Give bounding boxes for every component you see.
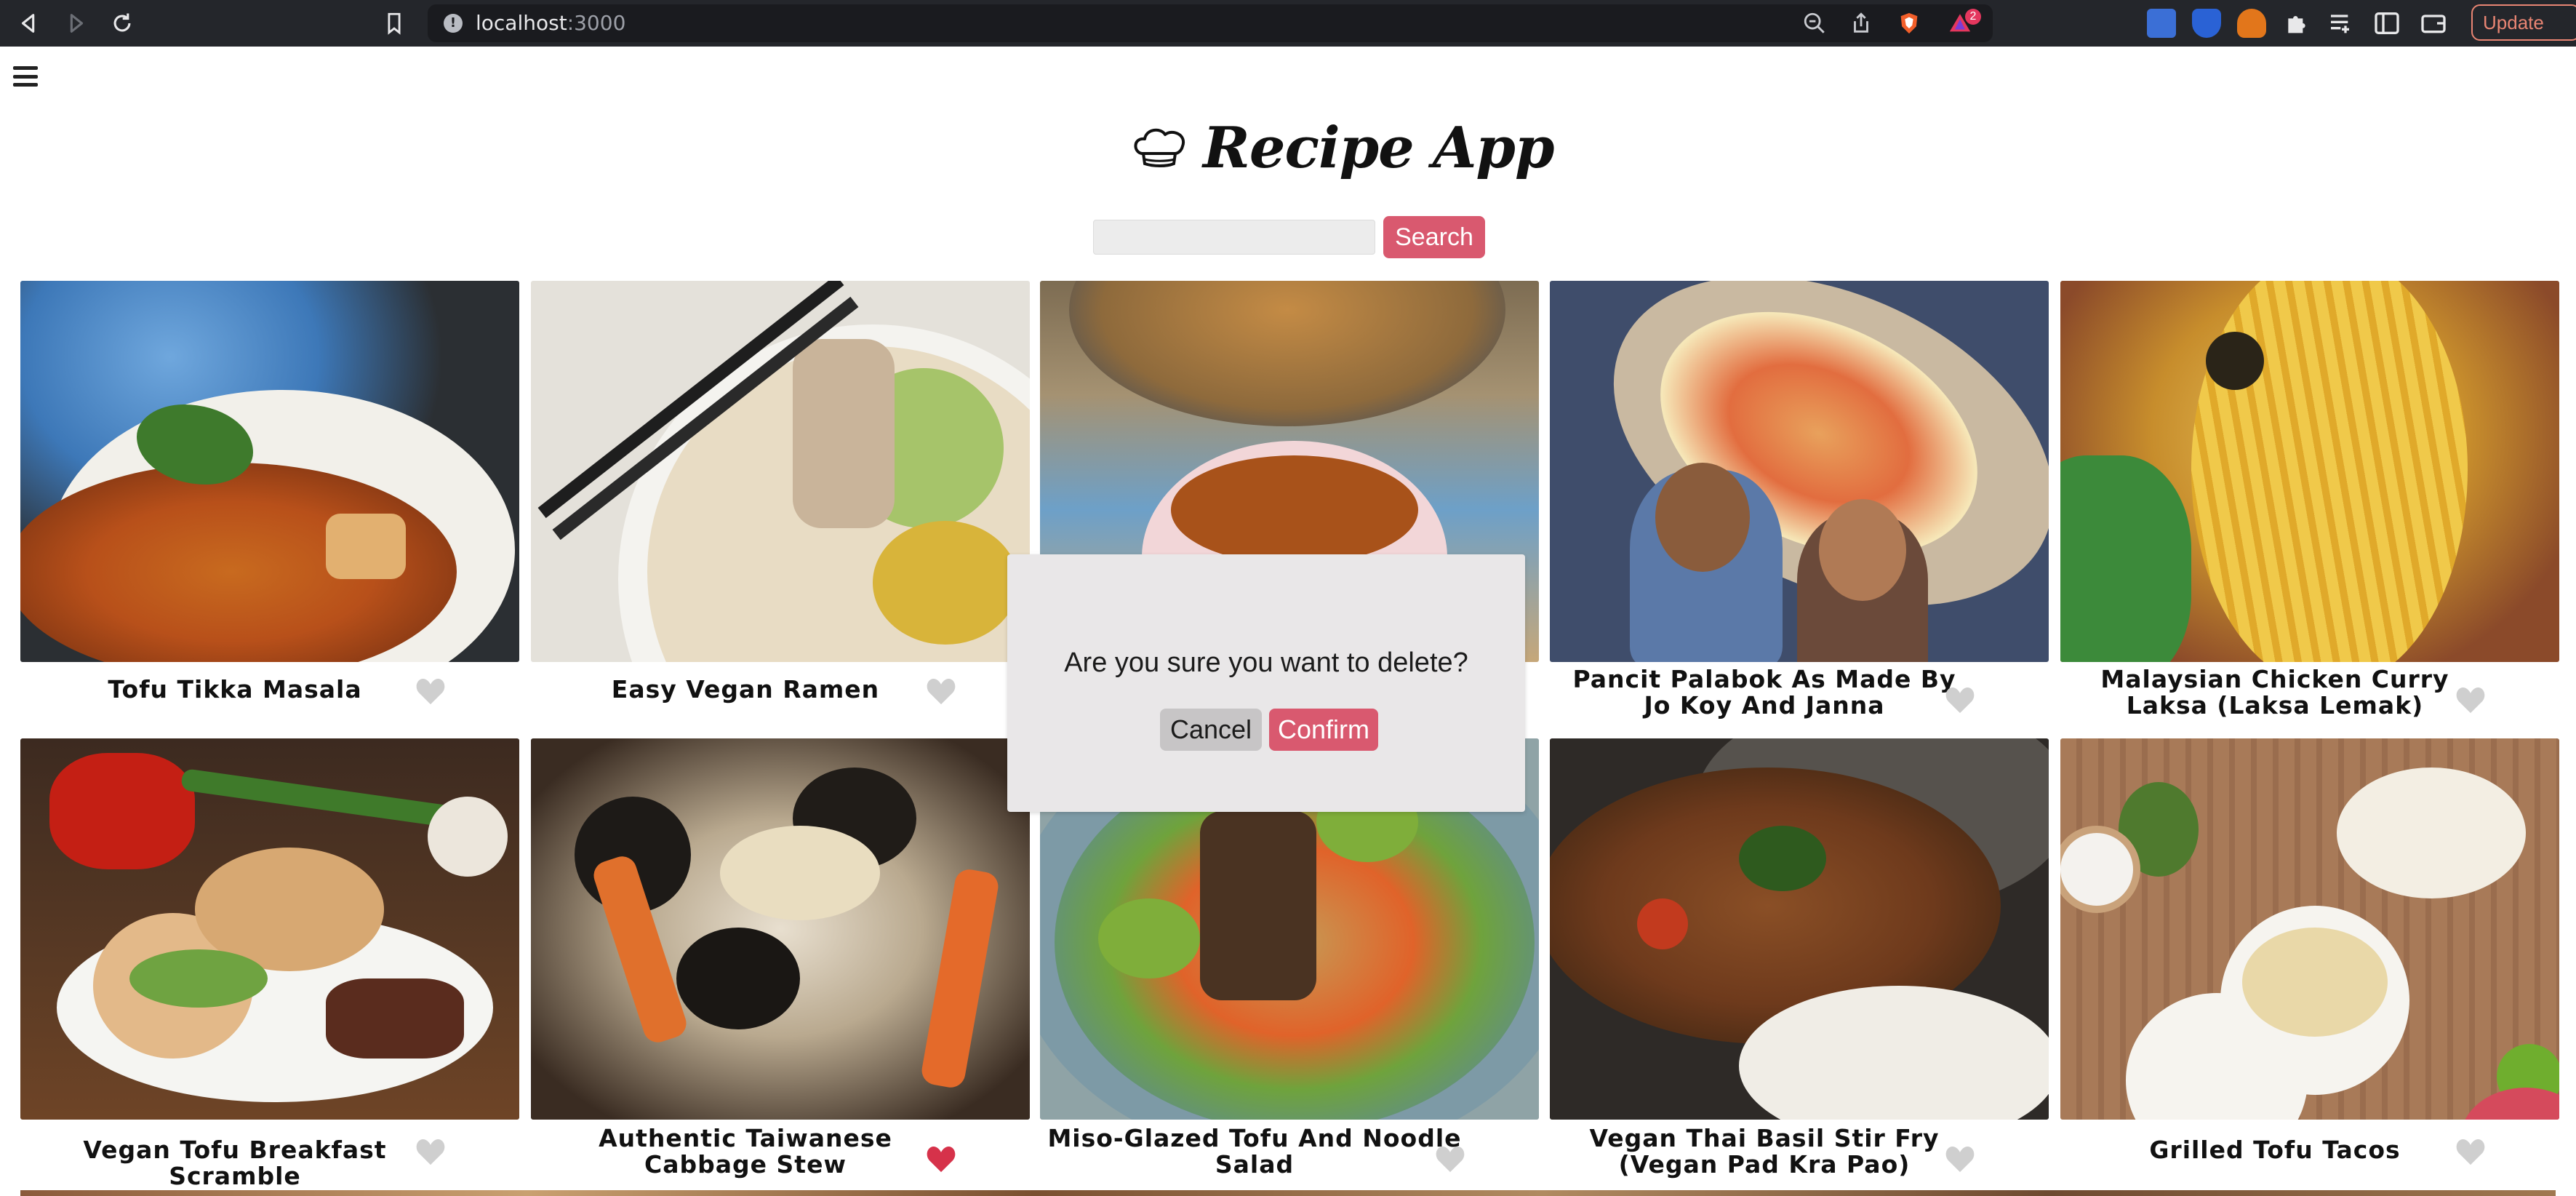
recipe-card[interactable]: Tofu Tikka Masala <box>20 281 519 705</box>
recipe-card[interactable]: Vegan Thai Basil Stir Fry (Vegan Pad Kra… <box>1550 738 2049 1178</box>
recipe-title: Vegan Thai Basil Stir Fry (Vegan Pad Kra… <box>1589 1124 1940 1179</box>
address-bar[interactable]: ! localhost:3000 2 <box>428 4 1993 42</box>
search-input[interactable] <box>1093 220 1375 255</box>
recipe-image[interactable] <box>1550 281 2049 662</box>
recipe-title: Vegan Tofu Breakfast Scramble <box>83 1136 387 1190</box>
recipe-image[interactable] <box>531 738 1030 1120</box>
notification-badge: 2 <box>1965 9 1981 25</box>
confirm-button[interactable]: Confirm <box>1269 709 1378 751</box>
recipe-image[interactable] <box>2060 281 2559 662</box>
recipe-title: Malaysian Chicken Curry Laksa (Laksa Lem… <box>2100 665 2449 719</box>
zoom-out-icon[interactable] <box>1802 11 1827 36</box>
modal-message: Are you sure you want to delete? <box>1064 647 1468 678</box>
recipe-title: Authentic Taiwanese Cabbage Stew <box>599 1124 892 1179</box>
favorite-heart-icon[interactable] <box>1944 1144 1976 1173</box>
delete-confirm-modal: Are you sure you want to delete? Cancel … <box>1007 554 1525 812</box>
browser-toolbar: ! localhost:3000 2 Update <box>0 0 2576 47</box>
forward-icon[interactable] <box>52 0 99 47</box>
app-title: Recipe App <box>1203 114 1554 181</box>
app-header: Recipe App <box>1132 108 1554 188</box>
site-info-icon[interactable]: ! <box>444 14 463 33</box>
favorite-heart-icon[interactable] <box>415 677 447 706</box>
favorite-heart-icon[interactable] <box>2455 685 2487 714</box>
share-icon[interactable] <box>1849 11 1873 36</box>
favorite-heart-icon[interactable] <box>1434 1144 1466 1173</box>
extensions-puzzle-icon[interactable] <box>2282 9 2311 38</box>
recipe-title: Tofu Tikka Masala <box>108 675 362 703</box>
url-text: localhost:3000 <box>476 11 626 35</box>
recipe-image[interactable] <box>2060 738 2559 1120</box>
reload-icon[interactable] <box>99 0 145 47</box>
recipe-title: Grilled Tofu Tacos <box>2149 1136 2401 1164</box>
favorite-heart-icon[interactable] <box>925 1144 957 1173</box>
recipe-title: Miso-Glazed Tofu And Noodle Salad <box>1047 1124 1462 1179</box>
chef-hat-icon <box>1134 128 1185 167</box>
search-button[interactable]: Search <box>1383 216 1485 258</box>
recipe-card[interactable]: Vegan Tofu Breakfast Scramble <box>20 738 519 1189</box>
favorite-heart-icon[interactable] <box>1944 685 1976 714</box>
favorite-heart-icon[interactable] <box>925 677 957 706</box>
brave-shield-icon[interactable] <box>1897 11 1921 36</box>
menu-icon[interactable] <box>13 64 38 89</box>
bookmark-icon[interactable] <box>371 0 417 47</box>
cancel-button[interactable]: Cancel <box>1160 709 1262 751</box>
update-button[interactable]: Update <box>2471 4 2576 41</box>
back-icon[interactable] <box>6 0 52 47</box>
metamask-extension-icon[interactable] <box>2237 9 2266 38</box>
recipe-title: Easy Vegan Ramen <box>611 675 880 703</box>
wallet-icon[interactable] <box>2419 9 2448 38</box>
sidebar-toggle-icon[interactable] <box>2372 9 2401 38</box>
favorite-heart-icon[interactable] <box>415 1137 447 1166</box>
recipe-image[interactable] <box>20 738 519 1120</box>
translate-extension-icon[interactable] <box>2147 9 2176 38</box>
favorite-heart-icon[interactable] <box>2455 1137 2487 1166</box>
next-row-preview <box>20 1190 2556 1196</box>
recipe-image[interactable] <box>531 281 1030 662</box>
recipe-card[interactable]: Pancit Palabok As Made By Jo Koy And Jan… <box>1550 281 2049 719</box>
recipe-title: Pancit Palabok As Made By Jo Koy And Jan… <box>1572 665 1956 719</box>
recipe-card[interactable]: Grilled Tofu Tacos <box>2060 738 2559 1165</box>
reading-list-icon[interactable] <box>2327 9 2356 38</box>
bitwarden-extension-icon[interactable] <box>2192 9 2221 38</box>
recipe-image[interactable] <box>20 281 519 662</box>
recipe-card[interactable]: Easy Vegan Ramen <box>531 281 1030 705</box>
recipe-card[interactable]: Malaysian Chicken Curry Laksa (Laksa Lem… <box>2060 281 2559 719</box>
recipe-card[interactable]: Authentic Taiwanese Cabbage Stew <box>531 738 1030 1178</box>
recipe-image[interactable] <box>1550 738 2049 1120</box>
